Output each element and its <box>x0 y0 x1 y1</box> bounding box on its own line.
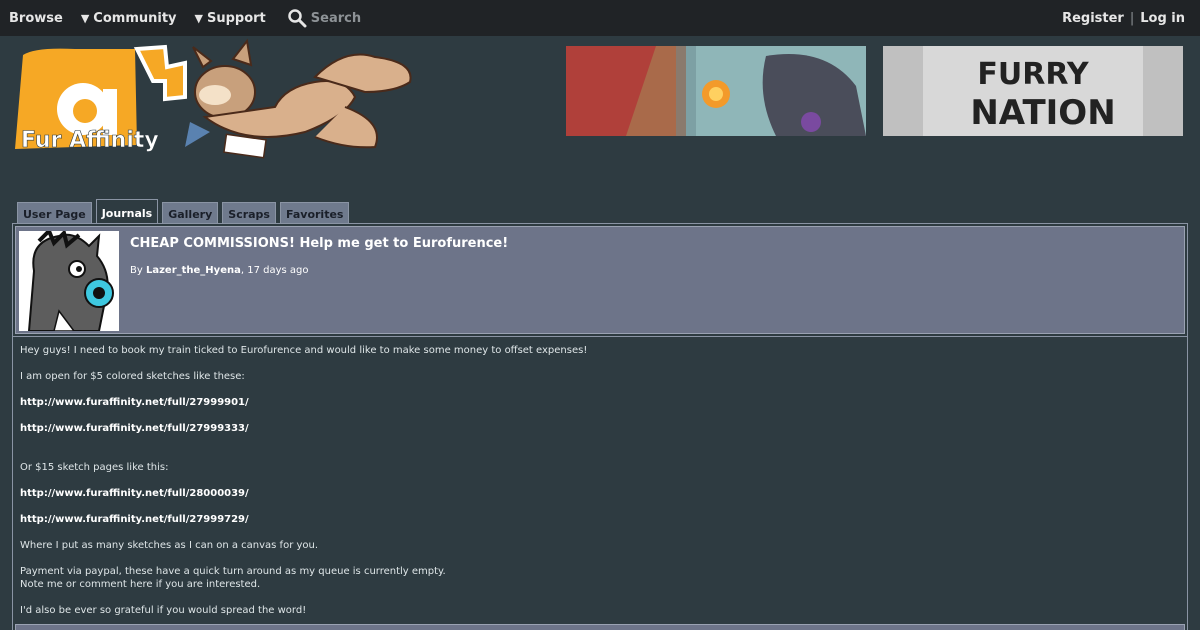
body-line: Payment via paypal, these have a quick t… <box>20 566 446 577</box>
link-separator: | <box>1129 10 1135 26</box>
commission-link[interactable]: http://www.furaffinity.net/full/27999729… <box>20 513 1170 526</box>
register-link[interactable]: Register <box>1062 11 1124 26</box>
journal-header: CHEAP COMMISSIONS! Help me get to Eurofu… <box>15 226 1185 334</box>
login-link[interactable]: Log in <box>1140 11 1185 26</box>
nav-support-label: Support <box>206 10 266 26</box>
journal-body: Hey guys! I need to book my train ticked… <box>20 344 1170 617</box>
account-links: Register | Log in <box>1062 11 1200 26</box>
avatar[interactable] <box>19 231 119 331</box>
journal-byline: By Lazer_the_Hyena, 17 days ago <box>130 265 308 276</box>
profile-tabs: User Page Journals Gallery Scraps Favori… <box>17 199 350 224</box>
commission-link[interactable]: http://www.furaffinity.net/full/28000039… <box>20 487 1170 500</box>
journal-container: CHEAP COMMISSIONS! Help me get to Eurofu… <box>12 223 1188 630</box>
svg-text:FURRY: FURRY <box>977 57 1089 92</box>
body-line: I am open for $5 colored sketches like t… <box>20 371 245 382</box>
nav-support[interactable]: ▼ Support <box>186 11 275 26</box>
search-icon <box>288 9 307 28</box>
body-line: Or $15 sketch pages like this: <box>20 462 169 473</box>
commission-link[interactable]: http://www.furaffinity.net/full/27999333… <box>20 422 1170 435</box>
logo-text: Fur Affinity <box>21 128 159 153</box>
dropdown-triangle-icon: ▼ <box>80 11 90 25</box>
tab-gallery[interactable]: Gallery <box>162 202 219 224</box>
body-line: Note me or comment here if you are inter… <box>20 579 261 590</box>
site-logo[interactable]: Fur Affinity <box>15 37 425 162</box>
nav-community-label: Community <box>93 10 177 26</box>
header-divider <box>13 336 1187 337</box>
tab-journals[interactable]: Journals <box>95 199 159 224</box>
nav-browse[interactable]: Browse <box>0 11 72 26</box>
ad-banner-furry-nation[interactable]: FURRY NATION <box>883 46 1183 136</box>
tab-favorites[interactable]: Favorites <box>279 202 350 224</box>
posted-time: , 17 days ago <box>240 265 309 276</box>
dropdown-triangle-icon: ▼ <box>194 11 203 25</box>
search-placeholder: Search <box>310 10 362 26</box>
nav-community[interactable]: ▼ Community <box>72 11 186 26</box>
journal-title[interactable]: CHEAP COMMISSIONS! Help me get to Eurofu… <box>130 236 508 251</box>
journal-footer-bar <box>15 624 1185 630</box>
body-line: Where I put as many sketches as I can on… <box>20 540 319 551</box>
tab-user-page[interactable]: User Page <box>17 202 92 224</box>
tab-scraps[interactable]: Scraps <box>222 202 276 224</box>
svg-text:NATION: NATION <box>970 93 1115 133</box>
byline-prefix: By <box>130 265 146 276</box>
top-navbar: Browse ▼ Community ▼ Support Search Regist… <box>0 0 1200 36</box>
search-box[interactable]: Search <box>275 8 361 28</box>
body-line: I'd also be ever so grateful if you woul… <box>20 605 307 616</box>
ad-banner-art[interactable] <box>566 46 866 136</box>
author-link[interactable]: Lazer_the_Hyena <box>146 265 241 276</box>
commission-link[interactable]: http://www.furaffinity.net/full/27999901… <box>20 396 1170 409</box>
body-line: Hey guys! I need to book my train ticked… <box>20 345 588 356</box>
